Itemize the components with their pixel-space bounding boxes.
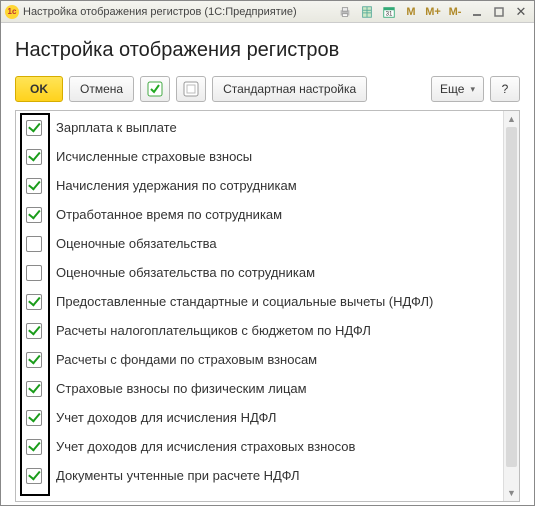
scrollbar-thumb[interactable] [506, 127, 517, 467]
list-item-label: Расчеты с фондами по страховым взносам [56, 352, 317, 367]
list-item-label: Учет доходов для исчисления НДФЛ [56, 410, 276, 425]
list-item-label: Оценочные обязательства [56, 236, 217, 251]
register-list-container: Зарплата к выплате Исчисленные страховые … [15, 110, 520, 502]
list-item-label: Учет доходов для исчисления страховых вз… [56, 439, 355, 454]
svg-text:31: 31 [386, 10, 393, 17]
checkbox[interactable] [26, 178, 42, 194]
close-icon[interactable]: ✕ [512, 4, 530, 20]
list-item-label: Оценочные обязательства по сотрудникам [56, 265, 315, 280]
register-list: Зарплата к выплате Исчисленные страховые … [16, 111, 503, 501]
checkbox[interactable] [26, 381, 42, 397]
app-logo-icon: 1c [5, 5, 19, 19]
checkbox[interactable] [26, 149, 42, 165]
maximize-icon[interactable] [490, 4, 508, 20]
uncheck-all-icon [183, 81, 199, 97]
checkbox[interactable] [26, 236, 42, 252]
list-item-label: Расчеты налогоплательщиков с бюджетом по… [56, 323, 371, 338]
page-title: Настройка отображения регистров [15, 39, 520, 62]
ok-button[interactable]: OK [15, 76, 63, 102]
list-item[interactable]: Страховые взносы по физическим лицам [16, 374, 503, 403]
list-item[interactable]: Отработанное время по сотрудникам [16, 200, 503, 229]
list-item[interactable]: Начисления удержания по сотрудникам [16, 171, 503, 200]
standard-settings-button[interactable]: Стандартная настройка [212, 76, 367, 102]
list-item[interactable]: Расчеты налогоплательщиков с бюджетом по… [16, 316, 503, 345]
list-item[interactable]: Оценочные обязательства по сотрудникам [16, 258, 503, 287]
list-item[interactable]: Зарплата к выплате [16, 113, 503, 142]
list-item[interactable]: Документы учтенные при расчете НДФЛ [16, 461, 503, 490]
list-item-label: Исчисленные страховые взносы [56, 149, 252, 164]
calc-icon[interactable] [358, 4, 376, 20]
chevron-down-icon: ▾ [470, 84, 475, 95]
checkbox[interactable] [26, 265, 42, 281]
list-item-label: Начисления удержания по сотрудникам [56, 178, 297, 193]
toolbar: OK Отмена Стандартная настройка Еще ▾ ? [15, 76, 520, 102]
list-item[interactable]: Оценочные обязательства [16, 229, 503, 258]
checkbox[interactable] [26, 120, 42, 136]
uncheck-all-button[interactable] [176, 76, 206, 102]
checkbox[interactable] [26, 207, 42, 223]
checkbox[interactable] [26, 323, 42, 339]
check-all-button[interactable] [140, 76, 170, 102]
checkbox[interactable] [26, 468, 42, 484]
list-item-label: Документы учтенные при расчете НДФЛ [56, 468, 300, 483]
list-item[interactable]: Исчисленные страховые взносы [16, 142, 503, 171]
help-button[interactable]: ? [490, 76, 520, 102]
vertical-scrollbar[interactable]: ▲ ▼ [503, 111, 519, 501]
minimize-icon[interactable] [468, 4, 486, 20]
m-plus-icon[interactable]: M+ [424, 4, 442, 20]
print-icon[interactable] [336, 4, 354, 20]
cancel-button[interactable]: Отмена [69, 76, 134, 102]
scroll-up-icon[interactable]: ▲ [504, 111, 519, 127]
list-item-label: Отработанное время по сотрудникам [56, 207, 282, 222]
calendar-icon[interactable]: 31 [380, 4, 398, 20]
scroll-down-icon[interactable]: ▼ [504, 485, 519, 501]
checkbox[interactable] [26, 410, 42, 426]
more-button[interactable]: Еще ▾ [431, 76, 484, 102]
list-item-label: Предоставленные стандартные и социальные… [56, 294, 433, 309]
check-all-icon [147, 81, 163, 97]
window-titlebar: 1c Настройка отображения регистров (1С:П… [1, 1, 534, 23]
more-button-label: Еще [440, 82, 464, 96]
list-item[interactable]: Учет доходов для исчисления НДФЛ [16, 403, 503, 432]
list-item-label: Страховые взносы по физическим лицам [56, 381, 307, 396]
list-item[interactable]: Расчеты с фондами по страховым взносам [16, 345, 503, 374]
checkbox[interactable] [26, 439, 42, 455]
list-item[interactable]: Учет доходов для исчисления страховых вз… [16, 432, 503, 461]
list-item-label: Зарплата к выплате [56, 120, 177, 135]
checkbox[interactable] [26, 294, 42, 310]
list-item[interactable]: Предоставленные стандартные и социальные… [16, 287, 503, 316]
window-title: Настройка отображения регистров (1С:Пред… [23, 6, 297, 18]
m-minus-icon[interactable]: M- [446, 4, 464, 20]
checkbox[interactable] [26, 352, 42, 368]
m-icon[interactable]: M [402, 4, 420, 20]
